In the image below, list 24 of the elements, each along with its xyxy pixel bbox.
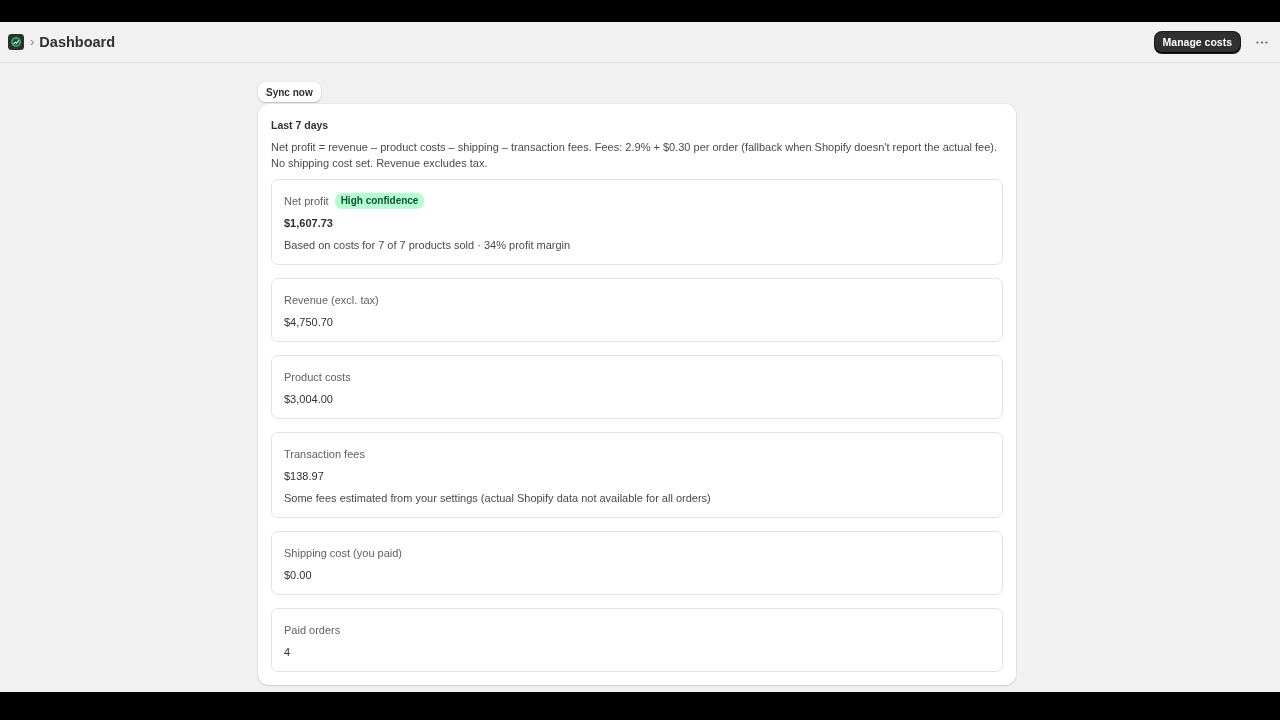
- formula-description: Net profit = revenue – product costs – shipping – transaction fees. Fees: 2.9% + $0.30 per order (fallback when Shopify doesn't report the actual fee). No shipping cost set. Revenue excludes tax.: [271, 140, 999, 171]
- metric-value: 4: [284, 645, 292, 660]
- metric-label: Transaction fees: [284, 447, 365, 462]
- metric-label: Net profit: [284, 194, 329, 209]
- metric-value: $1,607.73: [284, 216, 334, 231]
- breadcrumb-separator: ›: [30, 34, 35, 50]
- metric-value: $4,750.70: [284, 315, 334, 330]
- page-title: Dashboard: [39, 33, 116, 52]
- metric-label: Paid orders: [284, 623, 341, 638]
- period-heading: Last 7 days: [271, 118, 330, 133]
- sync-now-button[interactable]: Sync now: [258, 82, 321, 102]
- confidence-badge: High confidence: [334, 193, 425, 209]
- app-logo-icon: [8, 34, 24, 50]
- metric-note: Based on costs for 7 of 7 products sold · 34% profit margin: [284, 238, 572, 253]
- metric-value: $138.97: [284, 469, 325, 484]
- metric-value: $0.00: [284, 568, 313, 583]
- more-actions-button[interactable]: [1256, 38, 1268, 46]
- manage-costs-button[interactable]: Manage costs: [1154, 31, 1240, 53]
- metric-value: $3,004.00: [284, 392, 334, 407]
- metric-label: Shipping cost (you paid): [284, 546, 402, 561]
- metric-label: Revenue (excl. tax): [284, 293, 379, 308]
- metric-note: Some fees estimated from your settings (actual Shopify data not available for all orders): [284, 491, 712, 506]
- ellipsis-icon: [1256, 40, 1268, 44]
- metric-label: Product costs: [284, 370, 351, 385]
